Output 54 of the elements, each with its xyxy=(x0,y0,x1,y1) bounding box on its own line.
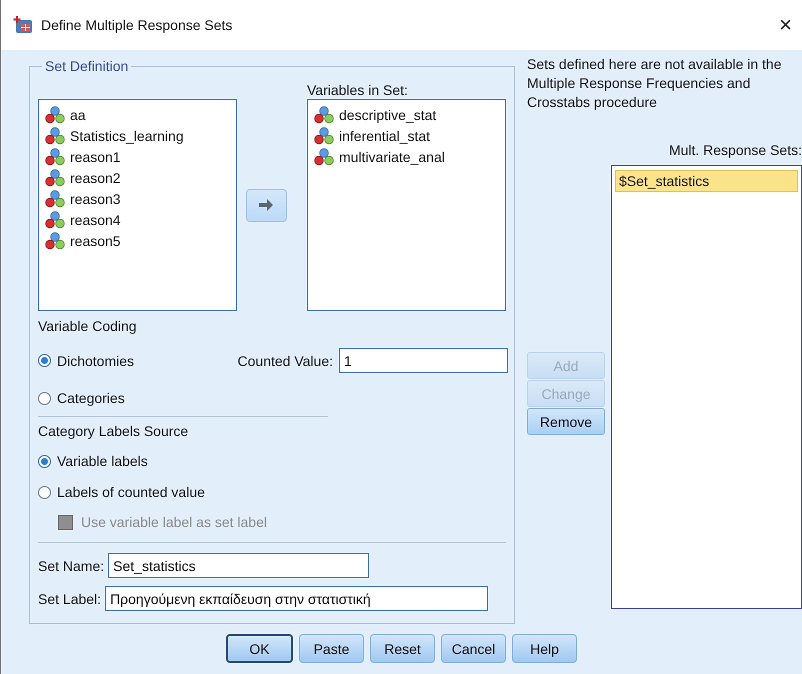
variable-name[interactable]: reason2 xyxy=(70,170,121,186)
set-name-field[interactable]: Set_statistics xyxy=(108,553,370,578)
variable-name[interactable]: inferential_stat xyxy=(339,128,430,144)
radio-label[interactable]: Categories xyxy=(57,390,125,406)
arrow-right-icon xyxy=(258,199,274,211)
variable-name[interactable]: reason3 xyxy=(70,190,121,206)
list-label: Mult. Response Sets: xyxy=(668,142,802,158)
variable-icon xyxy=(314,148,334,166)
variable-icon xyxy=(45,232,65,250)
list-label: Variables in Set: xyxy=(307,82,409,98)
variable-name[interactable]: reason4 xyxy=(70,212,121,228)
counted-value-field[interactable]: 1 xyxy=(339,348,508,373)
source-variable-list[interactable]: aa Statistics_learning reason1 reason2 reason3 reason4 reason5 xyxy=(38,99,237,311)
radio-label[interactable]: Variable labels xyxy=(57,453,148,469)
dialog-button[interactable]: Reset xyxy=(370,634,435,663)
set-label-label: Set Label: xyxy=(38,590,102,606)
close-button[interactable]: × xyxy=(779,12,792,38)
radio-label[interactable]: Dichotomies xyxy=(57,352,134,368)
dialog-table-icon xyxy=(13,16,33,34)
variable-icon xyxy=(45,190,65,208)
set-action-button[interactable]: Remove xyxy=(527,408,605,435)
section-title: Variable Coding xyxy=(38,318,138,334)
variable-name[interactable]: descriptive_stat xyxy=(339,106,436,122)
variable-icon xyxy=(314,126,334,144)
section-title: Category Labels Source xyxy=(38,423,190,439)
radio-button[interactable] xyxy=(38,354,51,367)
window-title: Define Multiple Response Sets xyxy=(41,17,234,33)
dialog-button[interactable]: Help xyxy=(512,634,577,663)
variable-icon xyxy=(45,210,65,228)
variable-icon xyxy=(45,106,65,124)
radio-button[interactable] xyxy=(38,454,51,468)
dialog-button[interactable]: OK xyxy=(226,634,293,663)
variable-name[interactable]: aa xyxy=(70,106,86,122)
variable-name[interactable]: multivariate_anal xyxy=(339,148,445,164)
radio-label[interactable]: Labels of counted value xyxy=(57,484,205,500)
counted-value-label: Counted Value: xyxy=(238,352,333,368)
variable-icon xyxy=(314,106,334,124)
set-label-field[interactable]: Προηγούμενη εκπαίδευση στην στατιστική xyxy=(105,586,488,611)
list-item[interactable]: $Set_statistics xyxy=(615,170,798,192)
set-name-label: Set Name: xyxy=(38,558,104,574)
variable-icon xyxy=(45,168,65,186)
info-text: Sets defined here are not available in the Multiple Response Frequencies and Crosstabs procedure xyxy=(527,55,783,112)
variable-icon xyxy=(45,148,65,166)
radio-button[interactable] xyxy=(38,486,51,498)
dialog-button[interactable]: Cancel xyxy=(441,634,506,663)
radio-button[interactable] xyxy=(38,392,51,404)
group-title: Set Definition xyxy=(44,58,130,74)
variable-name[interactable]: Statistics_learning xyxy=(70,128,184,144)
variable-name[interactable]: reason1 xyxy=(70,148,121,164)
move-right-button[interactable] xyxy=(246,188,286,222)
dialog-button[interactable]: Paste xyxy=(299,634,364,663)
variable-icon xyxy=(45,126,65,144)
variables-in-set-list[interactable]: descriptive_stat inferential_stat multivariate_anal xyxy=(307,99,506,311)
variable-name[interactable]: reason5 xyxy=(70,232,121,248)
